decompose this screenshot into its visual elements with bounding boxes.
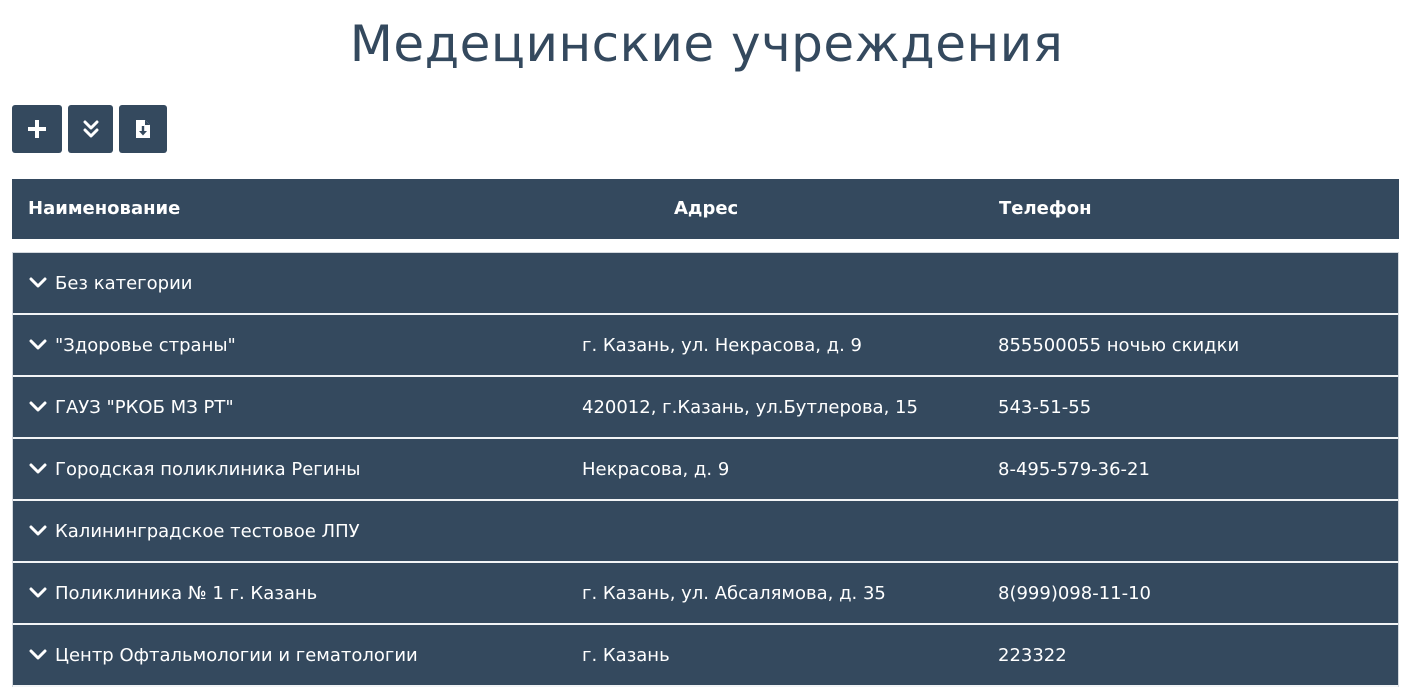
chevron-down-icon[interactable] bbox=[29, 439, 47, 499]
add-button[interactable] bbox=[12, 105, 62, 153]
plus-icon bbox=[28, 120, 46, 138]
row-phone: 8-495-579-36-21 bbox=[998, 459, 1150, 480]
chevron-down-icon[interactable] bbox=[29, 315, 47, 375]
export-button[interactable] bbox=[119, 105, 167, 153]
row-name: Поликлиника № 1 г. Казань bbox=[55, 583, 318, 604]
column-header-phone[interactable]: Телефон bbox=[999, 179, 1092, 239]
row-name: "Здоровье страны" bbox=[55, 335, 236, 356]
row-name: Центр Офтальмологии и гематологии bbox=[55, 645, 418, 666]
table-row[interactable]: Поликлиника № 1 г. Казань г. Казань, ул.… bbox=[13, 563, 1398, 625]
chevron-down-icon[interactable] bbox=[29, 501, 47, 561]
row-name: Без категории bbox=[55, 273, 193, 294]
row-address: Некрасова, д. 9 bbox=[582, 459, 730, 480]
table-row[interactable]: Центр Офтальмологии и гематологии г. Каз… bbox=[13, 625, 1398, 687]
row-name: Городская поликлиника Регины bbox=[55, 459, 361, 480]
row-name: ГАУЗ "РКОБ МЗ РТ" bbox=[55, 397, 234, 418]
row-phone: 8(999)098-11-10 bbox=[998, 583, 1152, 604]
table-row[interactable]: Калининградское тестовое ЛПУ bbox=[13, 501, 1398, 563]
chevron-down-icon[interactable] bbox=[29, 563, 47, 623]
column-header-address[interactable]: Адрес bbox=[674, 179, 738, 239]
chevron-down-icon[interactable] bbox=[29, 625, 47, 685]
row-address: 420012, г.Казань, ул.Бутлерова, 15 bbox=[582, 397, 918, 418]
toolbar bbox=[12, 105, 167, 153]
row-phone: 855500055 ночью скидки bbox=[998, 335, 1240, 356]
row-phone: 223322 bbox=[998, 645, 1067, 666]
row-address: г. Казань bbox=[582, 645, 670, 666]
double-chevron-down-icon bbox=[83, 120, 98, 138]
row-address: г. Казань, ул. Абсалямова, д. 35 bbox=[582, 583, 886, 604]
row-address: г. Казань, ул. Некрасова, д. 9 bbox=[582, 335, 863, 356]
chevron-down-icon[interactable] bbox=[29, 253, 47, 313]
file-download-icon bbox=[136, 120, 150, 138]
row-phone: 543-51-55 bbox=[998, 397, 1092, 418]
column-header-name[interactable]: Наименование bbox=[28, 179, 180, 239]
chevron-down-icon[interactable] bbox=[29, 377, 47, 437]
page-title: Медецинские учреждения bbox=[349, 15, 1064, 73]
table-body: Без категории "Здоровье страны" г. Казан… bbox=[12, 252, 1399, 687]
expand-all-button[interactable] bbox=[68, 105, 113, 153]
table-row[interactable]: Без категории bbox=[13, 253, 1398, 315]
table-row[interactable]: "Здоровье страны" г. Казань, ул. Некрасо… bbox=[13, 315, 1398, 377]
row-name: Калининградское тестовое ЛПУ bbox=[55, 521, 360, 542]
table-row[interactable]: Городская поликлиника Регины Некрасова, … bbox=[13, 439, 1398, 501]
table-row[interactable]: ГАУЗ "РКОБ МЗ РТ" 420012, г.Казань, ул.Б… bbox=[13, 377, 1398, 439]
table-header: Наименование Адрес Телефон bbox=[12, 179, 1399, 239]
